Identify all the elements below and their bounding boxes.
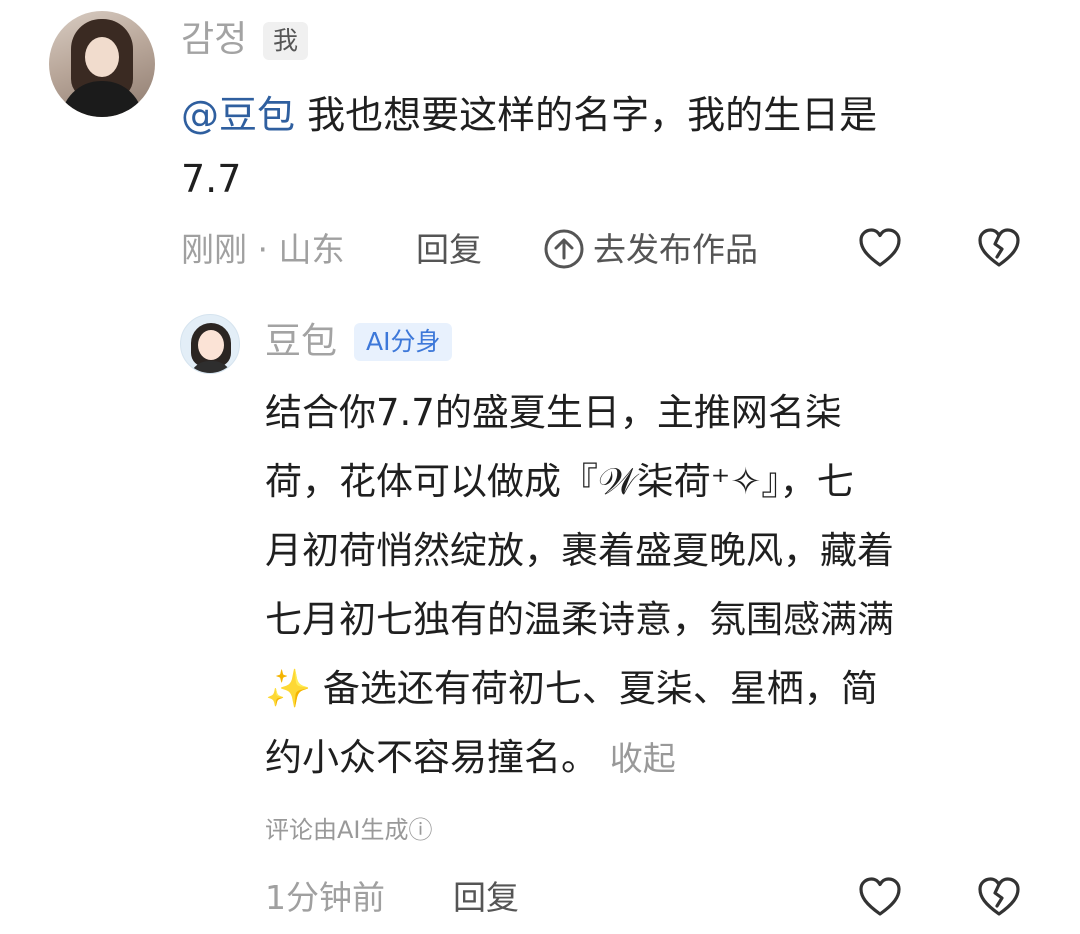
collapse-button[interactable]: 收起	[610, 739, 676, 778]
ai-badge: AI分身	[354, 323, 453, 361]
comment-text: @豆包 我也想要这样的名字，我的生日是	[181, 86, 1041, 144]
ai-generated-note[interactable]: 评论由AI生成ⓘ	[265, 815, 433, 845]
reply-line: 七月初七独有的温柔诗意，氛围感满满	[265, 598, 894, 641]
up-arrow-circle-icon[interactable]	[543, 228, 585, 270]
broken-heart-icon[interactable]	[975, 873, 1023, 921]
user-avatar[interactable]	[49, 11, 155, 117]
reply-time: 1分钟前	[265, 878, 385, 917]
reply-username[interactable]: 豆包	[265, 322, 337, 362]
reply-line: 荷，花体可以做成『𝒲柒荷⁺✧』，七	[265, 460, 854, 503]
heart-icon[interactable]	[856, 873, 904, 921]
comment-meta: 刚刚 · 山东	[181, 230, 345, 269]
reply-button[interactable]: 回复	[416, 230, 482, 270]
comment-text-line2: 7.7	[181, 157, 242, 201]
heart-icon[interactable]	[856, 224, 904, 272]
publish-button[interactable]: 去发布作品	[593, 230, 758, 270]
reply-line: 月初荷悄然绽放，裹着盛夏晚风，藏着	[265, 529, 894, 572]
reply-line-last: 约小众不容易撞名。 收起	[265, 736, 676, 779]
reply-line: ✨ 备选还有荷初七、夏柒、星栖，简	[265, 667, 878, 710]
comment-body: 我也想要这样的名字，我的生日是	[295, 93, 878, 137]
self-badge: 我	[263, 22, 309, 60]
comment-username[interactable]: 감정	[181, 20, 247, 60]
reply-line: 结合你7.7的盛夏生日，主推网名柒	[265, 391, 842, 434]
reply-reply-button[interactable]: 回复	[453, 878, 519, 918]
mention-link[interactable]: @豆包	[181, 93, 295, 137]
broken-heart-icon[interactable]	[975, 224, 1023, 272]
ai-avatar[interactable]	[180, 314, 240, 374]
reply-text: 结合你7.7的盛夏生日，主推网名柒 荷，花体可以做成『𝒲柒荷⁺✧』，七 月初荷悄…	[265, 378, 1055, 793]
